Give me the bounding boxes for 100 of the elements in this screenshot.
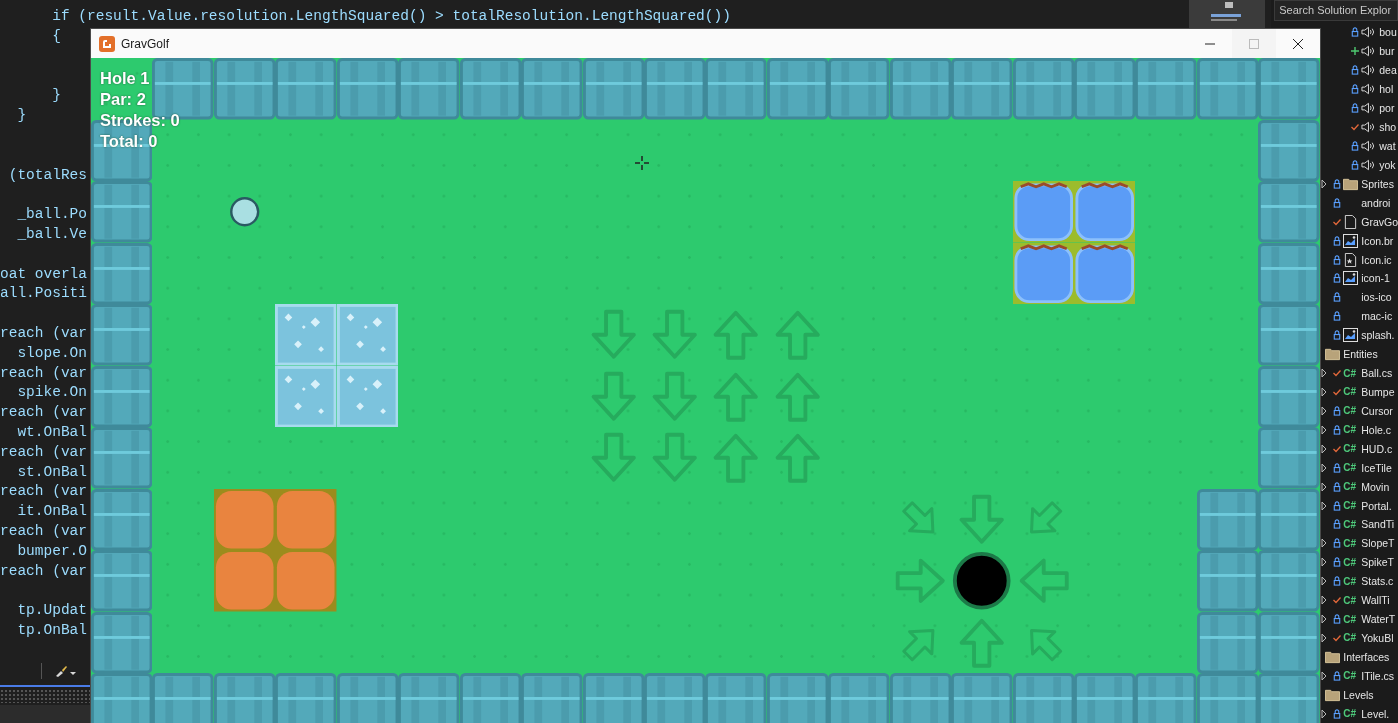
tree-item[interactable]: mac-ic	[1361, 310, 1393, 323]
wall-tile	[643, 58, 706, 120]
expand-arrow-icon[interactable]	[1321, 405, 1328, 416]
expand-arrow-icon[interactable]	[1321, 576, 1328, 587]
expand-arrow-icon[interactable]	[1321, 481, 1328, 492]
tree-item[interactable]: androi	[1361, 196, 1391, 209]
csharp-icon: C#	[1343, 462, 1357, 474]
wall-tile	[1012, 673, 1074, 723]
sand-tile	[213, 550, 276, 612]
wall-tile	[91, 304, 153, 366]
tree-item[interactable]: bou	[1379, 26, 1397, 39]
tree-item[interactable]: dea	[1379, 64, 1397, 77]
tree-item[interactable]: Sprites	[1361, 177, 1394, 190]
csharp-icon: C#	[1343, 670, 1357, 682]
ice-tile	[275, 365, 337, 427]
tree-item[interactable]: Interfaces	[1343, 650, 1390, 663]
brush-icon[interactable]	[54, 664, 76, 678]
expand-arrow-icon[interactable]	[1321, 538, 1328, 549]
wall-tile	[951, 673, 1013, 723]
expand-arrow-icon[interactable]	[1321, 368, 1328, 379]
tree-item[interactable]: WallTi	[1361, 594, 1390, 607]
wall-tile	[459, 58, 522, 120]
wall-tile	[1258, 304, 1320, 366]
wall-tile	[1258, 611, 1320, 673]
csharp-icon: C#	[1343, 708, 1357, 720]
wall-tile	[766, 673, 829, 723]
tree-item[interactable]: GravGo	[1361, 215, 1398, 228]
tree-item[interactable]: splash.	[1361, 329, 1395, 342]
ice-tile	[336, 365, 399, 427]
expand-arrow-icon[interactable]	[1321, 670, 1328, 681]
expand-arrow-icon[interactable]	[1321, 500, 1328, 511]
wall-tile	[1196, 550, 1259, 612]
tree-item[interactable]: HUD.c	[1361, 442, 1393, 455]
expand-arrow-icon[interactable]	[1321, 632, 1328, 643]
file-icon	[1343, 252, 1359, 267]
tree-item[interactable]: IceTile	[1361, 461, 1392, 474]
tree-item[interactable]: SpikeT	[1361, 556, 1394, 569]
tree-item[interactable]: Entities	[1343, 348, 1378, 361]
wall-tile	[1196, 673, 1259, 723]
hud-text: Total: 0	[100, 131, 159, 152]
tree-item[interactable]: wat	[1379, 140, 1396, 152]
expand-arrow-icon[interactable]	[1321, 557, 1328, 568]
expand-arrow-icon[interactable]	[1321, 424, 1328, 435]
tree-item[interactable]: Icon.br	[1361, 234, 1394, 247]
wall-tile	[213, 673, 276, 723]
tree-item[interactable]: Portal.	[1361, 499, 1392, 512]
expand-arrow-icon[interactable]	[1321, 595, 1328, 606]
tree-item[interactable]: icon-1	[1361, 272, 1390, 285]
tree-item[interactable]: Icon.ic	[1361, 253, 1392, 266]
tree-item[interactable]: Bumpe	[1361, 385, 1395, 398]
speaker-icon	[1361, 44, 1377, 59]
tree-item[interactable]: SlopeT	[1361, 537, 1395, 550]
csharp-icon: C#	[1343, 594, 1357, 606]
wall-tile	[828, 673, 890, 723]
tree-item[interactable]: Level.	[1361, 707, 1390, 720]
maximize-icon	[1248, 37, 1260, 50]
tree-item[interactable]: Hole.c	[1361, 423, 1391, 436]
tree-item[interactable]: hol	[1379, 83, 1394, 96]
tree-item[interactable]: Movin	[1361, 480, 1390, 493]
wall-tile	[213, 58, 276, 120]
expand-arrow-icon[interactable]	[1321, 462, 1328, 473]
tree-item[interactable]: SandTi	[1361, 518, 1395, 531]
tree-item[interactable]: WaterT	[1361, 613, 1396, 626]
wall-tile	[1258, 488, 1320, 550]
wall-tile	[889, 673, 952, 723]
ice-tile	[275, 304, 337, 366]
expand-arrow-icon[interactable]	[1321, 386, 1328, 397]
expand-arrow-icon[interactable]	[1321, 443, 1328, 454]
hud-text: Par: 2	[100, 89, 147, 110]
image-icon	[1343, 233, 1359, 248]
wall-tile	[521, 58, 583, 120]
tree-item[interactable]: YokuBl	[1361, 631, 1394, 644]
csharp-icon: C#	[1343, 556, 1357, 568]
tree-item[interactable]: ios-ico	[1361, 291, 1392, 304]
wall-tile	[1135, 58, 1197, 120]
tree-item[interactable]: Ball.cs	[1361, 367, 1393, 380]
tree-item[interactable]: bur	[1379, 45, 1395, 58]
wall-tile	[91, 611, 153, 673]
tree-item[interactable]: Levels	[1343, 688, 1374, 701]
hud-text: Hole 1	[100, 68, 151, 89]
image-icon	[1343, 328, 1359, 343]
tree-item[interactable]: yok	[1379, 158, 1396, 171]
sand-tile	[213, 488, 276, 550]
wall-tile	[152, 673, 214, 723]
tree-item[interactable]: por	[1379, 102, 1395, 115]
wall-tile	[91, 550, 153, 612]
wall-tile	[582, 673, 644, 723]
expand-arrow-icon[interactable]	[1321, 708, 1328, 719]
wall-tile	[1074, 673, 1136, 723]
water-tile	[1074, 242, 1136, 304]
tree-item[interactable]: Stats.c	[1361, 575, 1394, 588]
close-icon	[1292, 37, 1304, 50]
search-field[interactable]: Search Solution Explor	[1274, 0, 1398, 21]
tree-item[interactable]: sho	[1379, 121, 1397, 134]
expand-arrow-icon[interactable]	[1321, 178, 1328, 189]
wall-tile	[828, 58, 890, 120]
expand-arrow-icon[interactable]	[1321, 614, 1328, 625]
wall-tile	[1012, 58, 1074, 120]
tree-item[interactable]: ITile.cs	[1361, 669, 1395, 682]
tree-item[interactable]: Cursor	[1361, 404, 1393, 417]
